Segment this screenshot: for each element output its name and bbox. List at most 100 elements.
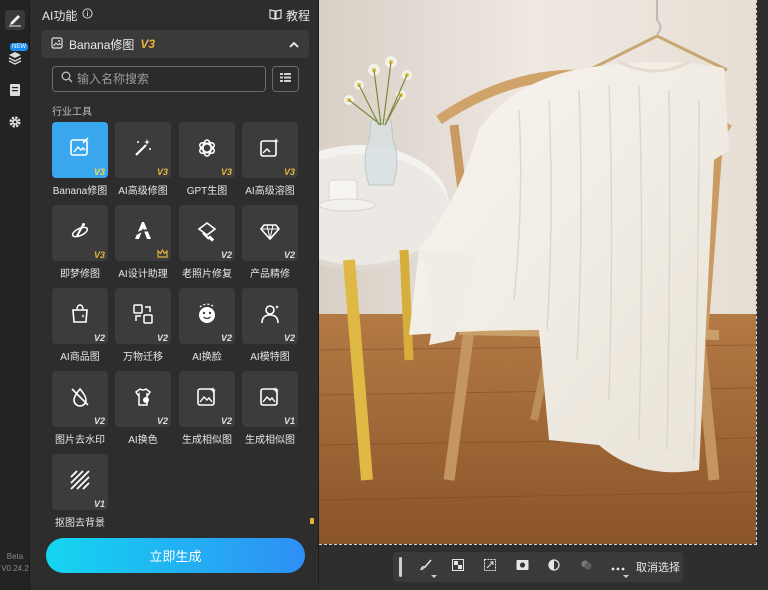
book-icon xyxy=(269,8,282,23)
version-label: V0.24.2 xyxy=(1,564,29,573)
banana-section-header[interactable]: Banana修图 V3 xyxy=(41,30,309,58)
ai-panel: AI功能 教程 Banana修图 V3 输入名称搜索 行业工具 V3 V3 V3… xyxy=(30,0,319,585)
tool-version-tag: V2 xyxy=(156,416,168,426)
tool-ai-advanced-edit[interactable]: V3 xyxy=(115,122,171,178)
tool-label: 即梦修图 xyxy=(60,269,100,280)
tool-ai-blend[interactable]: V3 xyxy=(242,122,298,178)
tool-version-tag: V3 xyxy=(93,167,105,177)
layers-icon[interactable] xyxy=(5,48,25,68)
tutorial-link[interactable]: 教程 xyxy=(269,7,310,24)
tool-version-tag: V3 xyxy=(283,167,295,177)
list-view-button[interactable] xyxy=(272,66,299,92)
list-view-icon xyxy=(279,70,292,88)
search-input[interactable] xyxy=(77,72,257,86)
contrast-icon xyxy=(548,558,560,576)
tool-old-photo-restore[interactable]: V2 xyxy=(179,205,235,261)
panel-title: AI功能 xyxy=(42,7,93,24)
stack-icon xyxy=(580,558,593,576)
tool-label: AI模特图 xyxy=(250,352,290,363)
section-title: Banana修图 xyxy=(69,37,135,52)
tool-ai-face-swap[interactable]: V2 xyxy=(179,288,235,344)
tool-label: 产品精修 xyxy=(250,269,290,280)
tool-ai-product-image[interactable]: V2 xyxy=(52,288,108,344)
remove-watermark-icon xyxy=(69,386,91,413)
tool-label: AI高级溶图 xyxy=(245,186,295,197)
tool-version-tag: V2 xyxy=(220,333,232,343)
tool-dream-edit[interactable]: V3 xyxy=(52,205,108,261)
mask-tool-button[interactable] xyxy=(506,554,538,580)
gpt-logo-icon xyxy=(196,137,218,164)
checker-tool-button[interactable] xyxy=(442,554,474,580)
tool-version-tag: V2 xyxy=(156,333,168,343)
tutorial-label: 教程 xyxy=(285,8,310,23)
layers-tool-button[interactable] xyxy=(570,554,602,580)
model-icon xyxy=(259,303,281,330)
brush-tool-button[interactable] xyxy=(410,554,442,580)
image-icon xyxy=(51,36,63,52)
recolor-icon xyxy=(132,386,154,413)
face-swap-icon xyxy=(196,303,218,330)
gear-icon[interactable] xyxy=(5,112,25,132)
tool-version-tag: V2 xyxy=(220,250,232,260)
tool-label: AI换脸 xyxy=(192,352,222,363)
panel-title-text: AI功能 xyxy=(42,8,78,23)
tool-label: 图片去水印 xyxy=(55,435,105,446)
tool-similar-image-v1[interactable]: V1 xyxy=(242,371,298,427)
expand-tool-button[interactable] xyxy=(474,554,506,580)
tool-remove-watermark[interactable]: V2 xyxy=(52,371,108,427)
canvas-area xyxy=(310,0,768,590)
transfer-icon xyxy=(132,303,154,330)
document-icon[interactable] xyxy=(5,80,25,100)
tool-version-tag: V2 xyxy=(283,333,295,343)
expand-icon xyxy=(484,558,496,576)
search-box xyxy=(52,66,266,92)
checkerboard-icon xyxy=(452,558,464,576)
tool-version-tag: V2 xyxy=(93,416,105,426)
cancel-selection-button[interactable]: 取消选择 xyxy=(636,559,680,575)
tool-version-tag: V3 xyxy=(156,167,168,177)
tool-cutout-background[interactable]: V1 xyxy=(52,454,108,510)
tool-gpt-image[interactable]: V3 xyxy=(179,122,235,178)
mask-icon xyxy=(516,558,529,576)
more-options-button[interactable] xyxy=(602,554,634,580)
gem-icon xyxy=(259,220,281,247)
tool-ai-model-image[interactable]: V2 xyxy=(242,288,298,344)
similar-image-icon xyxy=(196,386,218,413)
tool-ai-design-assistant[interactable] xyxy=(115,205,171,261)
generate-button[interactable]: 立即生成 xyxy=(46,538,305,573)
pen-icon[interactable] xyxy=(5,10,25,30)
tool-ai-recolor[interactable]: V2 xyxy=(115,371,171,427)
tool-label: AI设计助理 xyxy=(118,269,168,280)
tool-product-retouch[interactable]: V2 xyxy=(242,205,298,261)
toolbar-drag-handle[interactable] xyxy=(399,557,402,577)
tool-label: AI换色 xyxy=(128,435,158,446)
selection-toolbar: 取消选择 xyxy=(393,552,683,582)
tool-label: 生成相似图 xyxy=(245,435,295,446)
panel-header: AI功能 教程 xyxy=(30,0,319,30)
shopping-bag-icon xyxy=(69,303,91,330)
contrast-tool-button[interactable] xyxy=(538,554,570,580)
tool-banana-edit[interactable]: V3 xyxy=(52,122,108,178)
image-edit-icon xyxy=(69,136,91,164)
tool-version-tag: V1 xyxy=(283,416,295,426)
tool-label: GPT生图 xyxy=(186,186,228,197)
more-icon xyxy=(611,558,625,576)
tool-version-tag: V2 xyxy=(220,416,232,426)
product-photo[interactable] xyxy=(319,0,757,545)
section-version-tag: V3 xyxy=(140,37,156,51)
info-icon[interactable] xyxy=(82,8,93,22)
tool-similar-image-v2[interactable]: V2 xyxy=(179,371,235,427)
magic-wand-icon xyxy=(132,137,154,164)
chevron-up-icon[interactable] xyxy=(289,35,299,53)
tool-version-tag: V2 xyxy=(93,333,105,343)
tool-version-tag: V3 xyxy=(93,250,105,260)
tool-label: 生成相似图 xyxy=(182,435,232,446)
tool-object-transfer[interactable]: V2 xyxy=(115,288,171,344)
cutout-icon xyxy=(69,469,91,496)
tool-label: AI高级修图 xyxy=(118,186,168,197)
industry-tools-label: 行业工具 xyxy=(52,107,92,118)
crown-icon xyxy=(157,249,168,258)
image-sparkle-icon xyxy=(259,137,281,164)
panel-edge-marker xyxy=(310,518,314,524)
tool-version-tag: V3 xyxy=(220,167,232,177)
